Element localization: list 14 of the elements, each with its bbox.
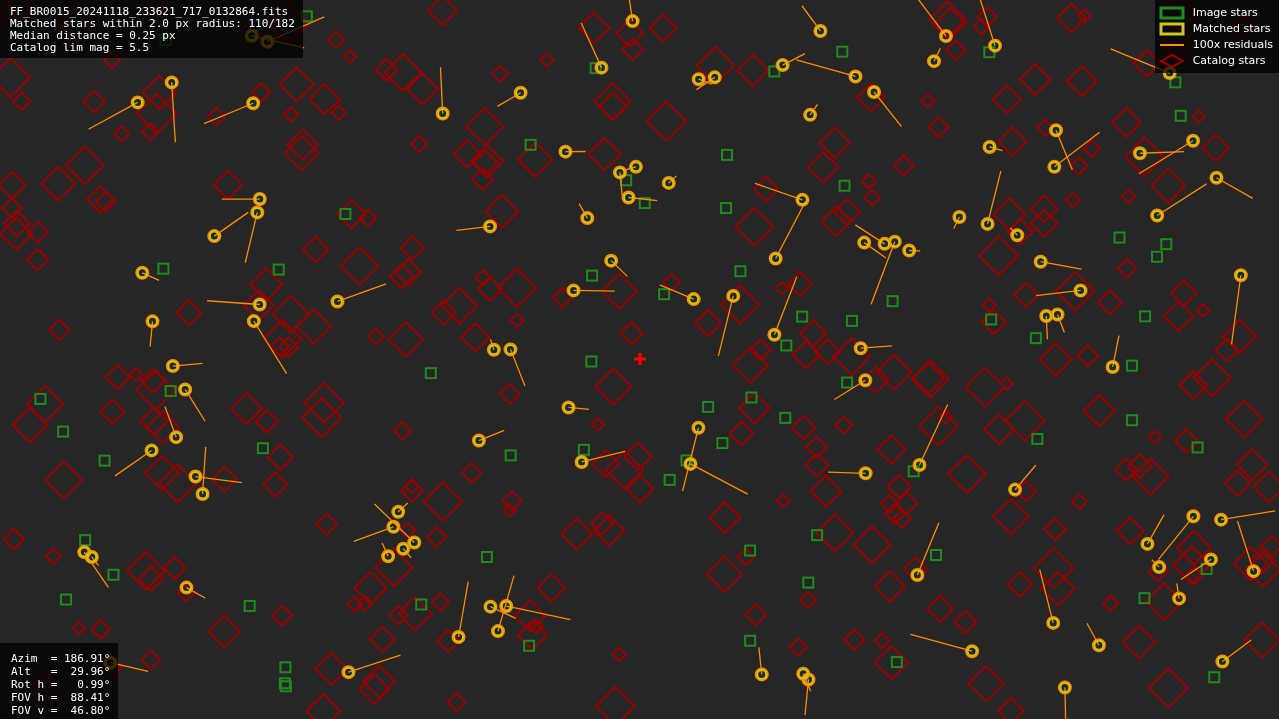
legend-label: Matched stars xyxy=(1192,21,1271,37)
pointing-line: Alt = 29.96° xyxy=(11,665,111,678)
info-line: Matched stars within 2.0 px radius: 110/182 xyxy=(10,18,295,30)
legend-label: 100x residuals xyxy=(1192,37,1273,53)
pointing-line: Rot h = 0.99° xyxy=(11,678,111,691)
center-cross-icon xyxy=(632,351,648,367)
pointing-line: FOV h = 88.41° xyxy=(11,691,111,704)
legend-label: Image stars xyxy=(1192,5,1258,21)
info-line: FF_BR0015_20241118_233621_717_0132864.fits xyxy=(10,6,290,18)
info-line: Catalog lim mag = 5.5 xyxy=(10,42,151,54)
pointing-line: Azim = 186.91° xyxy=(11,652,111,665)
pointing-line: FOV v = 46.80° xyxy=(11,704,111,717)
legend-label: Catalog stars xyxy=(1192,53,1266,69)
info-line: Median distance = 0.25 px xyxy=(10,30,177,42)
